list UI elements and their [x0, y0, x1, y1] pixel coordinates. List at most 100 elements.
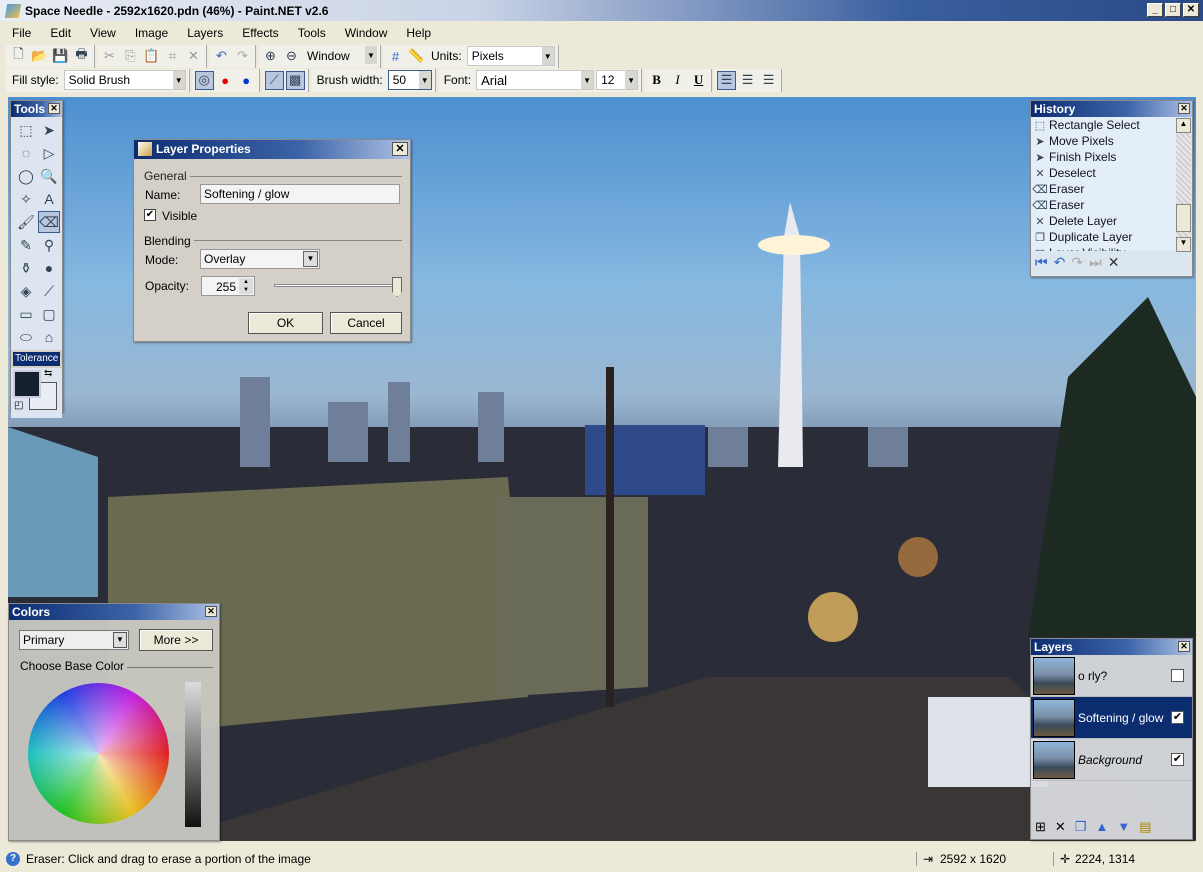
align-right-icon[interactable]: ☰ [759, 71, 778, 90]
deselect-icon[interactable]: ✕ [184, 47, 203, 66]
undo-icon[interactable]: ↶ [1054, 254, 1066, 271]
line-curve-icon[interactable]: ⟋ [38, 280, 60, 302]
menu-tools[interactable]: Tools [298, 26, 326, 40]
menu-effects[interactable]: Effects [242, 26, 278, 40]
menu-window[interactable]: Window [345, 26, 388, 40]
paste-icon[interactable]: 📋 [142, 47, 161, 66]
save-icon[interactable]: 💾 [51, 47, 70, 66]
spinner-arrows-icon[interactable]: ▲ ▼ [239, 278, 253, 294]
layer-name-input[interactable]: Softening / glow [200, 184, 400, 204]
minimize-button[interactable]: _ [1147, 3, 1163, 17]
recolor-icon[interactable]: ● [38, 257, 60, 279]
eraser-icon[interactable]: ⌫ [38, 211, 60, 233]
close-icon[interactable]: ✕ [1178, 641, 1190, 652]
close-icon[interactable]: ✕ [205, 606, 217, 617]
visible-checkbox[interactable]: ✔ [144, 209, 156, 221]
history-item[interactable]: ✕ Deselect [1033, 165, 1176, 181]
rectangle-icon[interactable]: ▭ [15, 303, 37, 325]
add-layer-icon[interactable]: ⊞ [1035, 819, 1046, 835]
blend-mode-select[interactable]: Overlay ▼ [200, 249, 320, 269]
zoom-in-icon[interactable]: ⊕ [261, 47, 280, 66]
units-combo[interactable]: Pixels ▼ [466, 46, 555, 66]
font-size-combo[interactable]: 12 ▼ [596, 70, 639, 90]
fill-style-combo[interactable]: Solid Brush ▼ [63, 70, 186, 90]
close-icon[interactable]: ✕ [392, 142, 408, 156]
new-file-icon[interactable]: 🗋 [9, 46, 28, 66]
pencil-icon[interactable]: ✎ [15, 234, 37, 256]
rewind-icon[interactable]: ⏮ [1035, 254, 1048, 271]
value-slider[interactable] [185, 682, 201, 827]
opacity-slider-thumb[interactable] [392, 277, 402, 297]
scroll-thumb[interactable] [1176, 204, 1191, 232]
antialiasing-on-icon[interactable]: ⟋ [264, 70, 284, 90]
history-scrollbar[interactable]: ▲ ▼ [1176, 118, 1191, 252]
menu-file[interactable]: File [12, 26, 31, 40]
ok-button[interactable]: OK [248, 312, 323, 334]
menu-view[interactable]: View [90, 26, 116, 40]
align-left-icon[interactable]: ☰ [717, 70, 737, 90]
draw-outline-icon[interactable]: ◎ [194, 70, 214, 90]
color-picker-icon[interactable]: ⚲ [38, 234, 60, 256]
color-target-select[interactable]: Primary ▼ [19, 630, 129, 650]
zoom-icon[interactable]: 🔍 [38, 165, 60, 187]
redo-icon[interactable]: ↷ [233, 47, 252, 66]
bold-button[interactable]: B [647, 71, 666, 90]
layer-visibility-checkbox[interactable]: ✔ [1171, 753, 1184, 766]
more-colors-button[interactable]: More >> [139, 629, 213, 651]
history-item[interactable]: ⌫ Eraser [1032, 197, 1176, 213]
opacity-spinner[interactable]: 255 ▲ ▼ [201, 276, 255, 296]
copy-icon[interactable]: ⎘ [121, 47, 140, 66]
primary-color-swatch[interactable] [13, 370, 41, 398]
lasso-select-icon[interactable]: ◌ [15, 142, 37, 164]
history-item[interactable]: ➤ Finish Pixels [1033, 149, 1176, 165]
text-icon[interactable]: A [38, 188, 60, 210]
clone-stamp-icon[interactable]: ⚱ [15, 257, 37, 279]
undo-icon[interactable]: ↶ [212, 47, 231, 66]
layer-row[interactable]: Background ✔ [1031, 739, 1192, 781]
font-combo[interactable]: Arial ▼ [476, 70, 595, 90]
italic-button[interactable]: I [668, 71, 687, 90]
scroll-up-icon[interactable]: ▲ [1176, 118, 1191, 133]
zoom-combo[interactable]: Window ▼ [303, 46, 377, 66]
brush-width-combo[interactable]: 50 ▼ [387, 70, 432, 90]
print-icon[interactable]: 🖶 [72, 46, 91, 66]
ellipse-select-icon[interactable]: ◯ [15, 165, 37, 187]
layer-visibility-checkbox[interactable]: ✔ [1171, 711, 1184, 724]
tolerance-slider[interactable]: Tolerance [13, 352, 60, 366]
history-item[interactable]: ❐ Duplicate Layer [1033, 229, 1176, 245]
close-icon[interactable]: ✕ [1178, 103, 1190, 114]
layer-visibility-checkbox[interactable] [1171, 669, 1184, 682]
layer-properties-icon[interactable]: ▤ [1139, 819, 1151, 835]
history-item[interactable]: ⌫ Eraser [1032, 181, 1176, 197]
menu-edit[interactable]: Edit [50, 26, 71, 40]
draw-filled-outline-icon[interactable]: ● [237, 71, 256, 90]
layer-row[interactable]: Softening / glow ✔ [1031, 697, 1192, 739]
fast-forward-icon[interactable]: ⏭ [1089, 254, 1102, 271]
cut-icon[interactable]: ✂ [100, 47, 119, 66]
cancel-button[interactable]: Cancel [330, 312, 402, 334]
rounded-rectangle-icon[interactable]: ▢ [38, 303, 60, 325]
close-button[interactable]: ✕ [1183, 3, 1199, 17]
move-layer-up-icon[interactable]: ▲ [1095, 819, 1108, 835]
underline-button[interactable]: U [689, 71, 708, 90]
history-item[interactable]: ➤ Move Pixels [1033, 133, 1176, 149]
scroll-down-icon[interactable]: ▼ [1176, 237, 1191, 252]
layer-row[interactable]: o rly? [1031, 655, 1192, 697]
redo-icon[interactable]: ↷ [1071, 254, 1083, 271]
crop-icon[interactable]: ⌗ [163, 47, 182, 66]
menu-image[interactable]: Image [135, 26, 168, 40]
delete-layer-icon[interactable]: ✕ [1055, 819, 1066, 835]
zoom-out-icon[interactable]: ⊖ [282, 47, 301, 66]
align-center-icon[interactable]: ☰ [738, 71, 757, 90]
draw-filled-icon[interactable]: ● [216, 71, 235, 90]
history-item[interactable]: ✕ Delete Layer [1033, 213, 1176, 229]
move-selection-icon[interactable]: ➤ [38, 119, 60, 141]
duplicate-layer-icon[interactable]: ❐ [1075, 819, 1087, 835]
freeform-shape-icon[interactable]: ⌂ [38, 326, 60, 348]
paintbrush-icon[interactable]: 🖌 [15, 211, 37, 233]
clear-history-icon[interactable]: ✕ [1108, 254, 1120, 271]
move-selected-icon[interactable]: ▷ [38, 142, 60, 164]
ellipse-icon[interactable]: ⬭ [15, 326, 37, 348]
rectangle-select-icon[interactable]: ⬚ [15, 119, 37, 141]
rulers-icon[interactable]: 📏 [407, 47, 426, 66]
